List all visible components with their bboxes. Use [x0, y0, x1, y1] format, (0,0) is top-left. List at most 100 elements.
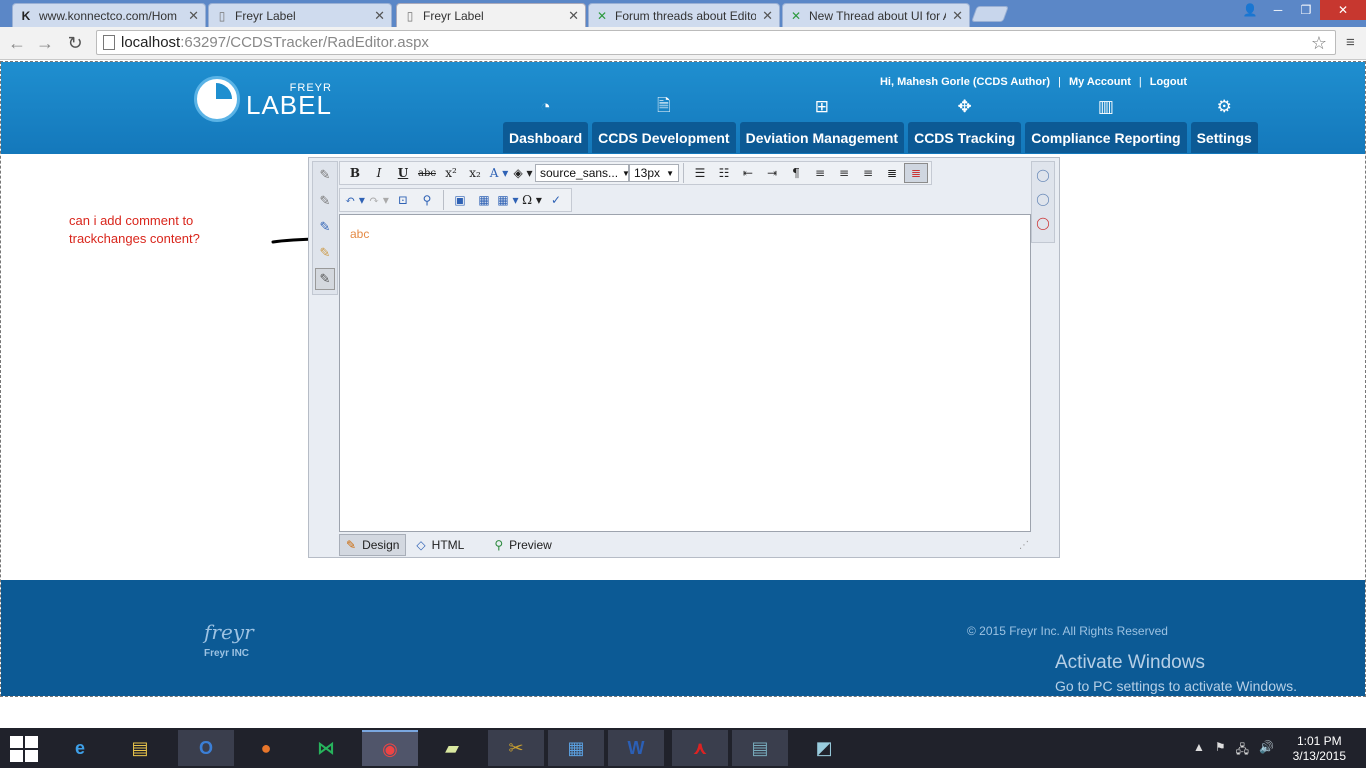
- nav-label[interactable]: Dashboard: [503, 122, 589, 153]
- restore-button[interactable]: ❐: [1292, 0, 1320, 20]
- table-wizard-button[interactable]: ▦: [472, 190, 496, 210]
- nav-settings[interactable]: ⚙ Settings: [1190, 92, 1258, 153]
- volume-icon[interactable]: 🔊: [1259, 740, 1274, 761]
- delete-comment-icon[interactable]: ◯: [1035, 215, 1051, 231]
- browser-tab[interactable]: ✕ New Thread about UI for A ✕: [782, 3, 970, 27]
- reload-button[interactable]: ↻: [64, 33, 86, 53]
- undo-button[interactable]: ↶ ▾: [343, 190, 367, 210]
- internet-explorer-icon[interactable]: e: [52, 730, 108, 766]
- acrobat-icon[interactable]: ⋏: [672, 730, 728, 766]
- spellcheck-button[interactable]: ✓: [544, 190, 568, 210]
- chrome-icon[interactable]: ◉: [362, 730, 418, 766]
- network-icon[interactable]: 🖧: [1236, 740, 1249, 761]
- remote-desktop-icon[interactable]: ▦: [548, 730, 604, 766]
- close-tab-icon[interactable]: ✕: [374, 8, 385, 24]
- freyr-label-logo[interactable]: FREYR LABEL: [194, 76, 332, 122]
- reject-all-icon[interactable]: ✎: [315, 268, 335, 290]
- paragraph-button[interactable]: ¶: [784, 163, 808, 183]
- bookmark-star-icon[interactable]: ☆: [1311, 33, 1327, 54]
- sticky-notes-icon[interactable]: ▰: [424, 730, 480, 766]
- address-bar[interactable]: localhost :63297/CCDSTracker/RadEditor.a…: [96, 30, 1336, 55]
- close-tab-icon[interactable]: ✕: [568, 8, 579, 24]
- numbered-list-button[interactable]: ☷: [712, 163, 736, 183]
- editor-content-area[interactable]: abc: [339, 214, 1031, 532]
- subscript-button[interactable]: x₂: [463, 163, 487, 183]
- logout-link[interactable]: Logout: [1150, 76, 1187, 88]
- close-tab-icon[interactable]: ✕: [188, 8, 199, 24]
- edit-comment-icon[interactable]: ◯: [1035, 191, 1051, 207]
- nav-ccds-tracking[interactable]: ✥ CCDS Tracking: [908, 92, 1022, 153]
- firefox-icon[interactable]: ●: [238, 730, 294, 766]
- design-mode-tab[interactable]: ✎ Design: [339, 534, 407, 556]
- font-color-button[interactable]: A ▾: [487, 163, 511, 183]
- font-name-select[interactable]: source_sans... ▼: [535, 164, 630, 182]
- nav-ccds-development[interactable]: 🗎 CCDS Development: [592, 92, 736, 153]
- find-replace-button[interactable]: ⚲: [415, 190, 439, 210]
- browser-tab[interactable]: K www.konnectco.com/Hom ✕: [12, 3, 206, 27]
- preview-mode-tab[interactable]: ⚲ Preview: [488, 534, 557, 556]
- redo-button[interactable]: ↷ ▾: [367, 190, 391, 210]
- select-all-button[interactable]: ⊡: [391, 190, 415, 210]
- app-header: FREYR LABEL Hi, Mahesh Gorle (CCDS Autho…: [1, 62, 1365, 154]
- menu-icon[interactable]: ≡: [1346, 34, 1360, 51]
- edit-tool-icon[interactable]: ◩: [796, 730, 852, 766]
- html-mode-tab[interactable]: ◇ HTML: [410, 534, 470, 556]
- new-tab-button[interactable]: [971, 6, 1009, 22]
- reject-change-icon[interactable]: ✎: [315, 216, 335, 238]
- strikethrough-button[interactable]: abc: [415, 163, 439, 183]
- accept-all-icon[interactable]: ✎: [315, 242, 335, 264]
- outlook-icon[interactable]: O: [178, 730, 234, 766]
- nav-dashboard[interactable]: ◔ Dashboard: [503, 92, 589, 153]
- tools-icon[interactable]: ✂: [488, 730, 544, 766]
- back-button[interactable]: ←: [6, 33, 28, 53]
- nav-label[interactable]: CCDS Development: [592, 122, 736, 153]
- flag-icon[interactable]: ⚑: [1215, 740, 1226, 761]
- superscript-button[interactable]: x²: [439, 163, 463, 183]
- forward-button[interactable]: →: [34, 33, 56, 53]
- indent-button[interactable]: ⇥: [760, 163, 784, 183]
- visual-studio-icon[interactable]: ⋈: [298, 730, 354, 766]
- browser-tab[interactable]: ✕ Forum threads about Edito ✕: [588, 3, 780, 27]
- bold-button[interactable]: B: [343, 163, 367, 183]
- image-manager-button[interactable]: ▣: [448, 190, 472, 210]
- outdent-button[interactable]: ⇤: [736, 163, 760, 183]
- browser-tab-active[interactable]: ▯ Freyr Label ✕: [396, 3, 586, 28]
- insert-table-button[interactable]: ▦ ▾: [496, 190, 520, 210]
- track-changes-toggle-button[interactable]: ≣: [904, 163, 928, 183]
- nav-label[interactable]: Settings: [1190, 122, 1258, 153]
- add-comment-icon[interactable]: ◯: [1035, 167, 1051, 183]
- justify-button[interactable]: ≣: [880, 163, 904, 183]
- start-tile: [25, 736, 38, 748]
- my-account-link[interactable]: My Account: [1069, 76, 1131, 88]
- notepad-icon[interactable]: ▤: [732, 730, 788, 766]
- accept-change-icon[interactable]: ✎: [315, 190, 335, 212]
- user-icon[interactable]: 👤: [1236, 0, 1264, 20]
- italic-button[interactable]: I: [367, 163, 391, 183]
- close-tab-icon[interactable]: ✕: [952, 8, 963, 24]
- chevron-up-icon[interactable]: ▲: [1193, 740, 1205, 761]
- align-center-button[interactable]: ≡: [832, 163, 856, 183]
- align-right-button[interactable]: ≡: [856, 163, 880, 183]
- close-tab-icon[interactable]: ✕: [762, 8, 773, 24]
- nav-compliance-reporting[interactable]: ▥ Compliance Reporting: [1025, 92, 1187, 153]
- background-color-button[interactable]: ◈ ▾: [511, 163, 535, 183]
- system-clock[interactable]: 1:01 PM 3/13/2015: [1293, 734, 1346, 764]
- nav-deviation-management[interactable]: ⊞ Deviation Management: [739, 92, 905, 153]
- bulleted-list-button[interactable]: ☰: [688, 163, 712, 183]
- file-explorer-icon[interactable]: ▤: [112, 730, 168, 766]
- close-window-button[interactable]: ✕: [1320, 0, 1366, 20]
- track-changes-icon[interactable]: ✎: [315, 164, 335, 186]
- word-icon[interactable]: W: [608, 730, 664, 766]
- font-size-select[interactable]: 13px ▼: [629, 164, 679, 182]
- resize-grip-icon[interactable]: ⋰: [1019, 540, 1029, 551]
- align-left-button[interactable]: ≡: [808, 163, 832, 183]
- browser-tab[interactable]: ▯ Freyr Label ✕: [208, 3, 392, 27]
- nav-label[interactable]: Deviation Management: [739, 122, 905, 153]
- start-button[interactable]: [10, 736, 40, 762]
- nav-label[interactable]: Compliance Reporting: [1025, 122, 1187, 153]
- nav-label[interactable]: CCDS Tracking: [908, 122, 1022, 153]
- insert-symbol-button[interactable]: Ω ▾: [520, 190, 544, 210]
- underline-button[interactable]: U: [391, 163, 415, 183]
- logo-text: FREYR LABEL: [246, 82, 332, 118]
- minimize-button[interactable]: ─: [1264, 0, 1292, 20]
